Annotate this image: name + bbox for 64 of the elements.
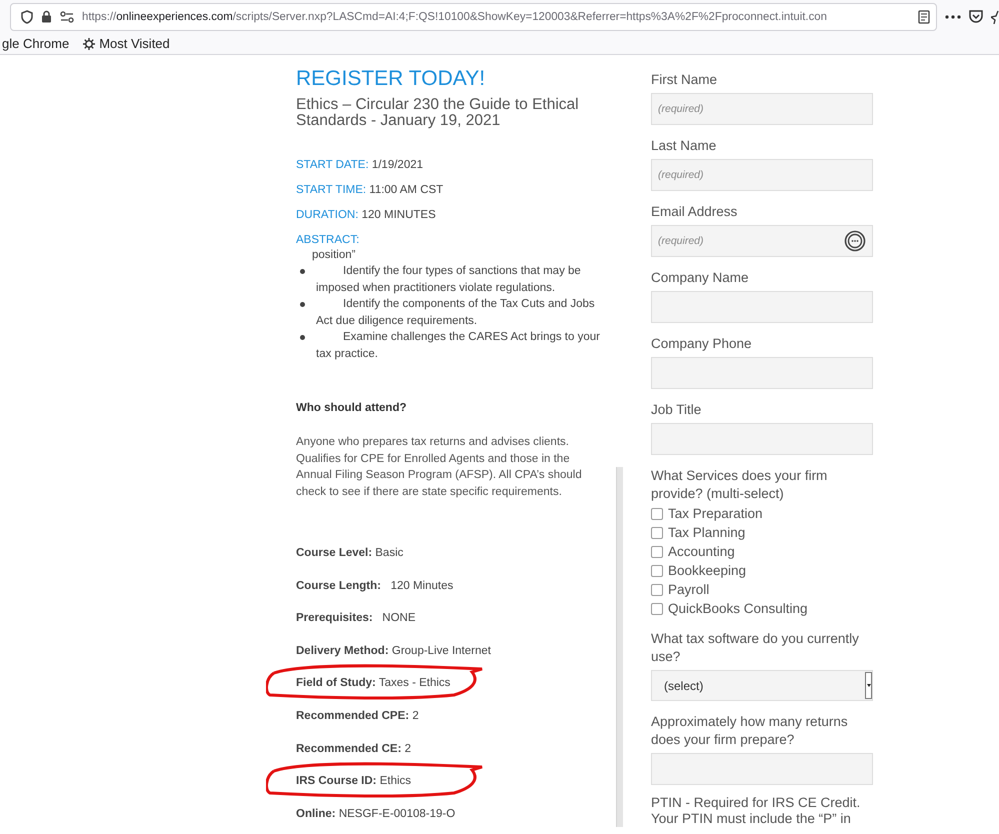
audience-text: Anyone who prepares tax returns and advises clients. Qualifies for CPE for Enrolled Agents and those in the Annual Filing Season Program (AFSP). All CPA’s should check to see if there are state specific requirements. <box>296 435 583 500</box>
field-label: Approximately how many returns does your firm prepare? <box>651 713 849 749</box>
field-label: Company Name <box>651 269 750 287</box>
register-heading: REGISTER TODAY! <box>296 67 486 91</box>
checkbox-option[interactable]: Tax Planning <box>651 523 873 542</box>
scrollbar[interactable] <box>616 467 623 827</box>
text-field[interactable] <box>651 423 873 455</box>
software-dropdown[interactable]: (select) <box>651 670 873 701</box>
password-manager-icon[interactable] <box>844 230 866 252</box>
caret-icon <box>866 684 870 687</box>
field-label: What Services does your firm provide? (multi-select) <box>651 467 828 503</box>
course-detail: Course Level: Basic <box>296 547 404 559</box>
course-detail: Online: NESGF-E-00108-19-O <box>296 808 456 820</box>
checkbox-option[interactable]: Tax Preparation <box>651 504 873 523</box>
meta-value: 120 MINUTES <box>362 209 436 221</box>
bookmark-link[interactable]: gle Chrome <box>2 36 70 51</box>
bookmark-link[interactable]: Most Visited <box>83 36 170 51</box>
meta-label: START DATE: <box>296 159 369 171</box>
lock-icon[interactable] <box>41 10 52 23</box>
abstract-text: position” <box>311 248 356 263</box>
bullet-icon <box>300 269 305 274</box>
course-detail: Prerequisites: NONE <box>296 612 416 624</box>
reader-view-icon[interactable] <box>918 10 930 24</box>
meta-value: 1/19/2021 <box>372 159 424 171</box>
meta-value: 11:00 AM CST <box>369 184 444 196</box>
checkbox-option[interactable]: QuickBooks Consulting <box>651 599 873 618</box>
field-label: Last Name <box>651 137 718 155</box>
more-icon[interactable] <box>945 14 961 18</box>
abstract-bullet: Identify the four types of sanctions that may be imposed when practitioners violate regulations. <box>316 264 582 296</box>
course-detail: Recommended CPE: 2 <box>296 710 419 722</box>
text-field[interactable] <box>651 291 873 323</box>
meta-label: START TIME: <box>296 184 366 196</box>
abstract-bullet: Examine challenges the CARES Act brings to your tax practice. <box>316 330 601 362</box>
address-bar[interactable]: https://onlineexperiences.com/scripts/Server.nxp?LASCmd=AI:4;F:QS!10100&ShowKey=120003&Referrer=https%3A%2F%2Fproconnect.intuit.con <box>10 2 937 30</box>
course-detail: Recommended CE: 2 <box>296 742 412 755</box>
field-label: What tax software do you currently use? <box>651 630 860 666</box>
pocket-icon[interactable] <box>969 10 983 23</box>
course-detail: Field of Study: Taxes - Ethics <box>296 677 450 690</box>
meta-label: DURATION: <box>296 209 358 221</box>
permissions-icon[interactable] <box>60 10 74 22</box>
abstract-label: ABSTRACT: <box>296 234 360 246</box>
course-detail: IRS Course ID: Ethics <box>296 775 412 788</box>
gear-icon <box>83 38 96 50</box>
text-field[interactable] <box>651 357 873 389</box>
text-field[interactable] <box>651 753 873 785</box>
audience-heading: Who should attend? <box>296 402 408 414</box>
text-field[interactable]: (required) <box>651 159 873 191</box>
ptin-note: PTIN - Required for IRS CE Credit. Your PTIN must include the “P” in <box>651 795 862 827</box>
checkbox-option[interactable]: Bookkeeping <box>651 561 873 580</box>
checkbox-option[interactable]: Payroll <box>651 580 873 599</box>
course-detail: Delivery Method: Group-Live Internet <box>296 644 491 657</box>
text-field[interactable]: (required) <box>651 93 873 125</box>
abstract-bullet: Identify the components of the Tax Cuts and Jobs Act due diligence requirements. <box>316 297 596 328</box>
course-detail: Course Length: 120 Minutes <box>296 580 454 592</box>
text-field[interactable]: (required) <box>651 225 873 257</box>
bullet-icon <box>300 302 305 307</box>
event-title: Ethics – Circular 230 the Guide to Ethical Standards - January 19, 2021 <box>296 97 580 129</box>
field-label: First Name <box>651 71 718 89</box>
checkbox-option[interactable]: Accounting <box>651 542 873 561</box>
field-label: Company Phone <box>651 335 753 353</box>
field-label: Email Address <box>651 203 738 221</box>
bullet-icon <box>300 335 305 340</box>
field-label: Job Title <box>651 401 702 419</box>
shield-icon[interactable] <box>21 10 33 24</box>
